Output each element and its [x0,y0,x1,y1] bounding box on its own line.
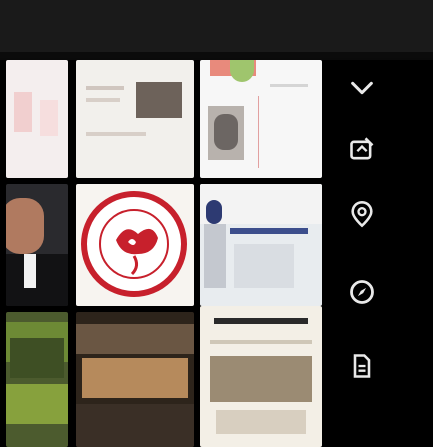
photo-tile-9[interactable] [200,306,322,447]
photo-content [86,98,120,102]
screen [0,0,433,447]
top-bar [0,0,433,58]
photo-tile-4[interactable] [6,184,68,306]
photo-content [210,340,312,344]
photo-content [40,100,58,136]
photo-content [10,338,64,378]
photo-content [76,324,194,354]
photo-content [216,410,306,434]
image-edit-icon[interactable] [346,134,378,166]
photo-content [82,358,188,398]
photo-content [86,86,124,90]
photo-content [206,200,222,224]
document-icon[interactable] [346,350,378,382]
photo-content [214,114,238,150]
photo-tile-7[interactable] [6,312,68,447]
photo-tile-1[interactable] [6,60,68,178]
action-rail [328,60,433,447]
top-bar-divider [0,52,433,58]
photo-grid [6,60,322,447]
photo-content [6,384,68,424]
photo-content [76,404,194,447]
photo-content [270,84,308,87]
photo-tile-3[interactable] [200,60,322,178]
photo-content [214,318,308,324]
photo-content [86,132,146,136]
photo-content [230,60,254,82]
chevron-down-icon[interactable] [346,72,378,104]
photo-content [230,228,308,234]
red-sox-logo [81,191,187,297]
photo-content [6,198,44,254]
photo-tile-6[interactable] [200,184,322,306]
photo-tile-5[interactable] [76,184,194,306]
photo-content [14,92,32,132]
photo-tile-2[interactable] [76,60,194,178]
photo-content [258,96,259,168]
photo-content [24,254,36,288]
compass-icon[interactable] [346,276,378,308]
photo-content [210,356,312,402]
photo-content [136,82,182,118]
photo-content [204,224,226,288]
photo-content [234,244,294,288]
photo-tile-8[interactable] [76,312,194,447]
location-pin-icon[interactable] [346,198,378,230]
photo-content [6,254,68,306]
